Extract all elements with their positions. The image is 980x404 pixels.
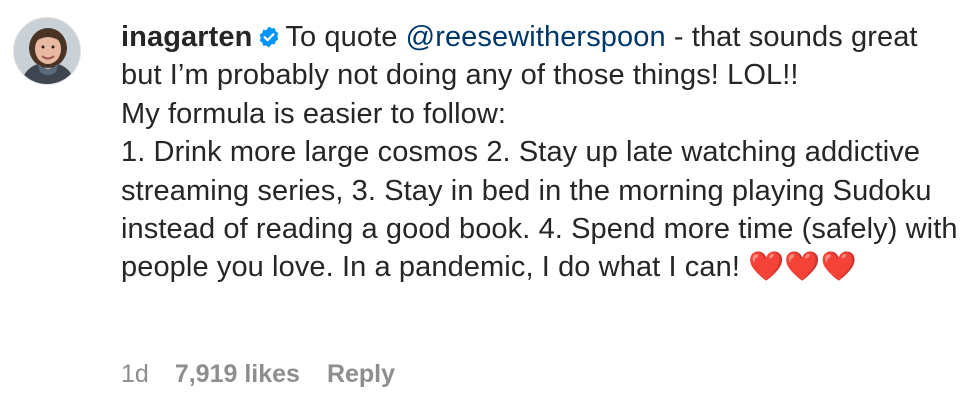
comment-text: inagarten To quote @reesewitherspoon - th… xyxy=(121,18,966,287)
likes-count[interactable]: 7,919 likes xyxy=(175,360,300,389)
avatar[interactable] xyxy=(13,17,81,85)
username[interactable]: inagarten xyxy=(121,21,252,53)
comment-text-prefix: To quote xyxy=(285,21,406,53)
comment: inagarten To quote @reesewitherspoon - th… xyxy=(0,0,980,404)
reply-button[interactable]: Reply xyxy=(327,360,395,389)
comment-body: inagarten To quote @reesewitherspoon - th… xyxy=(121,18,966,287)
comment-meta: 1d 7,919 likes Reply xyxy=(121,360,395,389)
avatar-photo xyxy=(14,18,80,84)
mention-link[interactable]: @reesewitherspoon xyxy=(406,21,666,53)
comment-line-intro: My formula is easier to follow: xyxy=(121,97,507,130)
comment-line-list: 1. Drink more large cosmos 2. Stay up la… xyxy=(121,136,958,284)
comment-timestamp[interactable]: 1d xyxy=(121,360,149,389)
verified-badge-icon xyxy=(257,21,281,48)
